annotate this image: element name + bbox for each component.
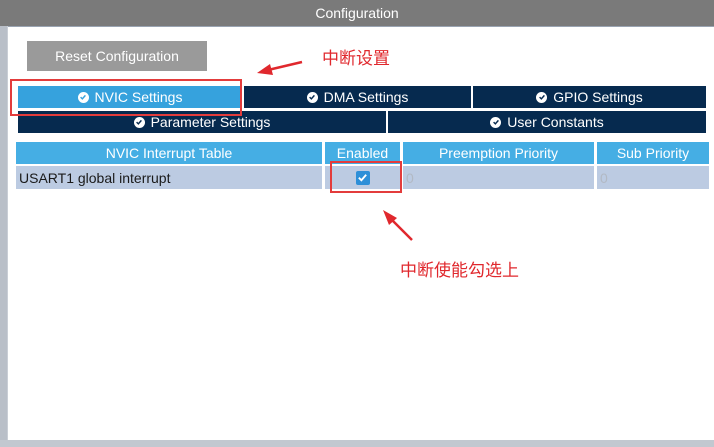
arrow-to-tab-head [257,64,273,75]
annotation-interrupt-enable: 中断使能勾选上 [400,261,519,280]
annotation-interrupt-setting: 中断设置 [322,49,390,68]
arrow-to-checkbox [391,219,413,241]
arrow-to-tab [267,60,303,72]
